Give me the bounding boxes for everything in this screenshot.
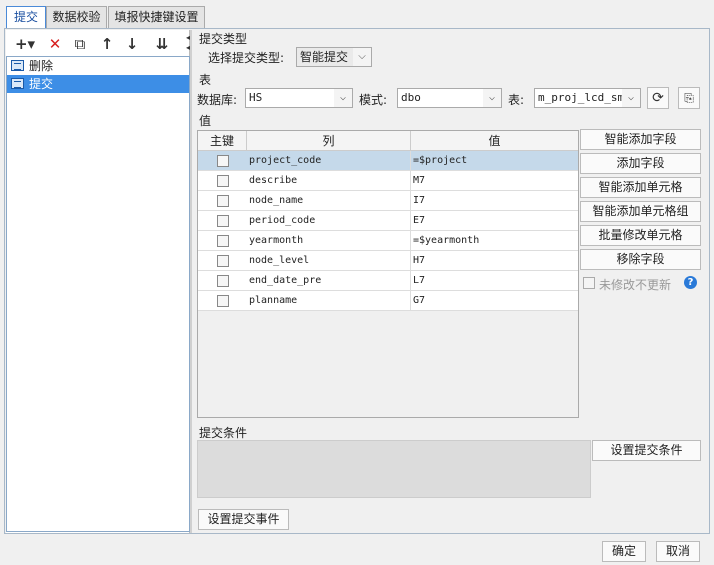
smart-add-cell-button[interactable]: 智能添加单元格: [580, 177, 701, 198]
set-condition-button[interactable]: 设置提交条件: [592, 440, 701, 461]
value-cell[interactable]: H7: [411, 251, 578, 271]
table-row[interactable]: planname G7: [198, 291, 578, 311]
header-value: 值: [488, 134, 501, 148]
left-panel: +▾ ✕ ⧉ ↑ ↓ ⇊ 删除 提交: [6, 30, 190, 533]
value-cell[interactable]: L7: [411, 271, 578, 291]
tab-shortcut-settings[interactable]: 填报快捷键设置: [108, 6, 205, 28]
refresh-icon[interactable]: ⟳: [647, 87, 669, 109]
table-value: m_proj_lcd_sm: [538, 91, 625, 104]
splitter[interactable]: [190, 30, 192, 533]
database-label: 数据库:: [197, 93, 238, 107]
tree-item-delete[interactable]: 删除: [7, 57, 189, 75]
primary-key-checkbox[interactable]: [217, 255, 229, 267]
value-cell[interactable]: E7: [411, 211, 578, 231]
column-cell[interactable]: yearmonth: [247, 231, 411, 251]
chevron-down-icon: ⌵: [622, 89, 640, 107]
primary-key-checkbox[interactable]: [217, 175, 229, 187]
tree-item-label: 删除: [29, 59, 54, 73]
add-field-button[interactable]: 添加字段: [580, 153, 701, 174]
no-update-checkbox[interactable]: [583, 277, 595, 289]
copy-icon[interactable]: ⧉: [70, 34, 90, 54]
schema-label: 模式:: [359, 93, 388, 107]
database-select[interactable]: HS ⌵: [245, 88, 353, 108]
value-cell[interactable]: G7: [411, 291, 578, 311]
collapse-left-icon[interactable]: ◂: [186, 43, 190, 52]
add-dropdown-icon[interactable]: +▾: [12, 34, 38, 54]
table-row[interactable]: node_name I7: [198, 191, 578, 211]
value-cell[interactable]: M7: [411, 171, 578, 191]
table-row[interactable]: end_date_pre L7: [198, 271, 578, 291]
table-label: 表:: [508, 93, 525, 107]
smart-add-cell-group-button[interactable]: 智能添加单元格组: [580, 201, 701, 222]
column-cell[interactable]: planname: [247, 291, 411, 311]
chevron-down-icon: ⌵: [353, 48, 371, 66]
table-header: 主键 列 值: [198, 131, 578, 151]
table-row[interactable]: node_level H7: [198, 251, 578, 271]
column-cell[interactable]: end_date_pre: [247, 271, 411, 291]
tree-item-submit[interactable]: 提交: [7, 75, 189, 93]
collapse-left-icon[interactable]: ◂: [186, 33, 190, 42]
values-section-title: 值: [199, 114, 212, 128]
schema-value: dbo: [401, 91, 421, 104]
table-row[interactable]: period_code E7: [198, 211, 578, 231]
table-select[interactable]: m_proj_lcd_sm ⌵: [534, 88, 641, 108]
tab-submit[interactable]: 提交: [6, 6, 46, 29]
no-update-label: 未修改不更新: [599, 278, 672, 292]
submit-type-value: 智能提交: [300, 50, 349, 64]
table-row[interactable]: describe M7: [198, 171, 578, 191]
column-cell[interactable]: node_name: [247, 191, 411, 211]
table-row[interactable]: yearmonth =$yearmonth: [198, 231, 578, 251]
smart-add-field-button[interactable]: 智能添加字段: [580, 129, 701, 150]
column-cell[interactable]: period_code: [247, 211, 411, 231]
move-to-bottom-icon[interactable]: ⇊: [152, 34, 172, 54]
primary-key-checkbox[interactable]: [217, 275, 229, 287]
tab-data-validation[interactable]: 数据校验: [46, 6, 107, 28]
table-section-title: 表: [199, 73, 212, 87]
header-key: 主键: [198, 131, 247, 151]
move-up-icon[interactable]: ↑: [97, 34, 117, 54]
primary-key-checkbox[interactable]: [217, 155, 229, 167]
table-row[interactable]: project_code =$project: [198, 151, 578, 171]
database-value: HS: [249, 91, 263, 104]
form-icon: [11, 78, 24, 89]
preview-icon[interactable]: ⎘: [678, 87, 700, 109]
primary-key-checkbox[interactable]: [217, 195, 229, 207]
submit-type-select[interactable]: 智能提交 ⌵: [296, 47, 372, 67]
conditions-area: [197, 440, 591, 498]
chevron-down-icon: ⌵: [483, 89, 501, 107]
submit-type-title: 提交类型: [199, 32, 248, 46]
value-cell[interactable]: I7: [411, 191, 578, 211]
chevron-down-icon: ⌵: [334, 89, 352, 107]
column-cell[interactable]: project_code: [247, 151, 411, 171]
tree-list: 删除 提交: [6, 56, 190, 532]
conditions-title: 提交条件: [199, 426, 248, 440]
set-event-button[interactable]: 设置提交事件: [198, 509, 289, 530]
cancel-button[interactable]: 取消: [656, 541, 700, 562]
move-down-icon[interactable]: ↓: [122, 34, 142, 54]
header-column: 列: [247, 131, 411, 151]
values-table: 主键 列 值 project_code =$project describe M…: [197, 130, 579, 418]
primary-key-checkbox[interactable]: [217, 215, 229, 227]
ok-button[interactable]: 确定: [602, 541, 646, 562]
remove-field-button[interactable]: 移除字段: [580, 249, 701, 270]
form-icon: [11, 60, 24, 71]
delete-icon[interactable]: ✕: [45, 34, 65, 54]
primary-key-checkbox[interactable]: [217, 295, 229, 307]
column-cell[interactable]: node_level: [247, 251, 411, 271]
schema-select[interactable]: dbo ⌵: [397, 88, 502, 108]
batch-modify-cell-button[interactable]: 批量修改单元格: [580, 225, 701, 246]
help-icon[interactable]: ?: [684, 276, 697, 289]
value-cell[interactable]: =$project: [411, 151, 578, 171]
primary-key-checkbox[interactable]: [217, 235, 229, 247]
value-cell[interactable]: =$yearmonth: [411, 231, 578, 251]
submit-type-label: 选择提交类型:: [208, 51, 285, 65]
column-cell[interactable]: describe: [247, 171, 411, 191]
tree-item-label: 提交: [29, 77, 54, 91]
